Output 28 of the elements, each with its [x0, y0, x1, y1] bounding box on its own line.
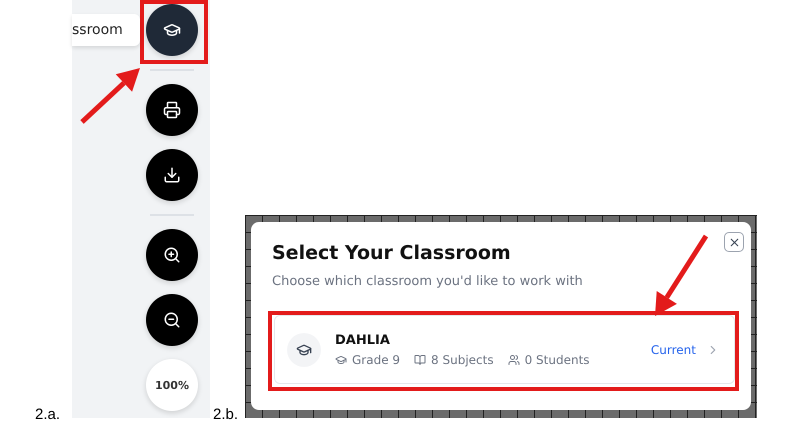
download-icon — [163, 166, 181, 184]
download-button[interactable] — [146, 149, 198, 201]
dialog-title: Select Your Classroom — [272, 242, 512, 264]
zoom-in-button[interactable] — [146, 229, 198, 281]
printer-button[interactable] — [146, 84, 198, 136]
dialog-subtitle: Choose which classroom you'd like to work with — [272, 274, 584, 289]
graduation-cap-button[interactable] — [146, 4, 198, 56]
graduation-cap-icon — [163, 21, 181, 39]
students-count: 0 Students — [524, 352, 590, 366]
tooltip: ssroom — [72, 14, 140, 46]
subjects-count: 8 Subjects — [431, 352, 494, 366]
grade-text: Grade 9 — [352, 352, 400, 366]
current-link[interactable]: Current — [650, 342, 720, 356]
book-icon — [414, 354, 426, 366]
close-button[interactable] — [724, 232, 744, 252]
zoom-in-icon — [163, 246, 181, 264]
zoom-out-icon — [163, 311, 181, 329]
figure-label: 2.b. — [212, 406, 240, 425]
classroom-name: DAHLIA — [335, 332, 391, 348]
zoom-out-button[interactable] — [146, 294, 198, 346]
printer-icon — [163, 101, 181, 119]
close-icon — [728, 236, 740, 248]
graduation-cap-icon — [296, 342, 312, 358]
graduation-cap-icon — [335, 354, 347, 366]
figure-label: 2.a. — [34, 406, 62, 425]
zoom-level-button[interactable]: 100% — [146, 359, 198, 411]
users-icon — [508, 354, 520, 366]
classroom-card[interactable]: DAHLIA Grade 9 8 Subjects 0 Students Current — [274, 315, 735, 384]
